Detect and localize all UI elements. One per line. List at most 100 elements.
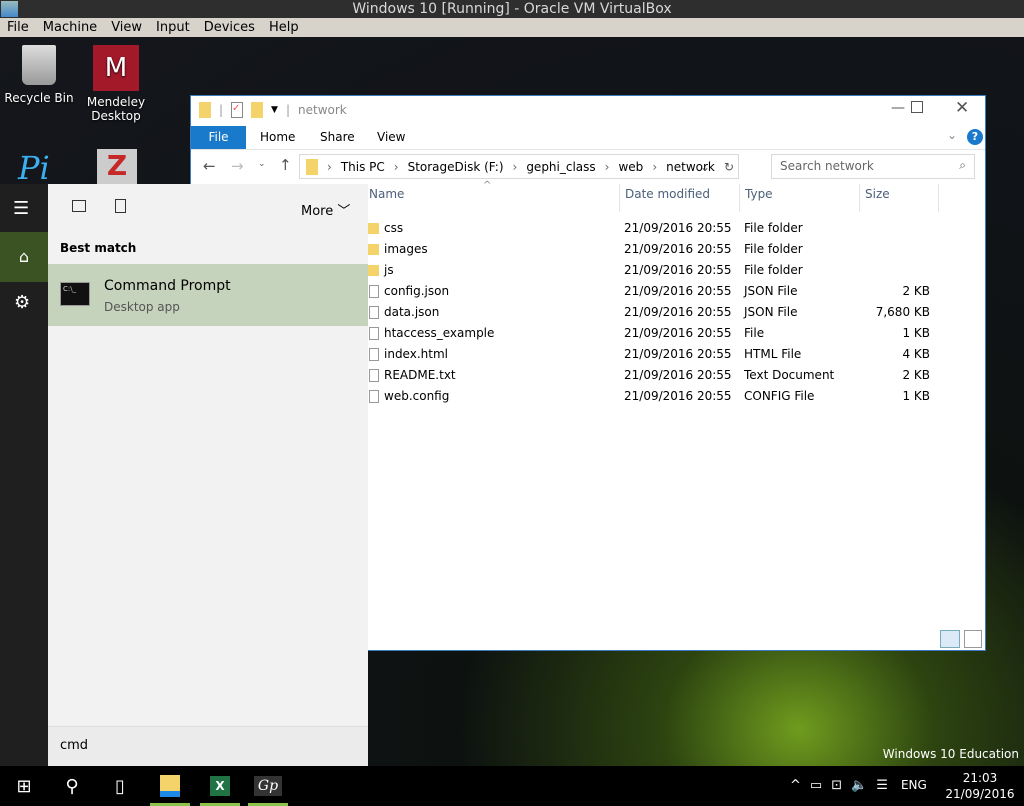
documents-filter-icon[interactable] xyxy=(115,199,126,213)
home-icon: ⌂ xyxy=(18,247,30,266)
details-view-button[interactable] xyxy=(940,630,960,648)
excel-icon: X xyxy=(210,776,230,796)
windows-logo-icon: ⊞ xyxy=(16,775,32,797)
recent-locations-icon[interactable]: ⌄ xyxy=(258,159,266,169)
file-name: css xyxy=(384,221,404,235)
menu-input[interactable]: Input xyxy=(149,18,197,37)
column-date-modified[interactable]: Date modified xyxy=(625,187,710,201)
folder-icon[interactable] xyxy=(199,102,211,118)
large-icons-view-button[interactable] xyxy=(964,630,982,648)
file-size: 4 KB xyxy=(902,347,930,361)
file-icon xyxy=(369,306,379,319)
search-input[interactable]: cmd xyxy=(60,738,88,753)
taskbar-file-explorer[interactable] xyxy=(146,766,194,806)
file-type: Text Document xyxy=(744,368,835,382)
forward-button[interactable]: → xyxy=(231,157,244,175)
breadcrumb-item[interactable]: StorageDisk (F:) xyxy=(408,160,504,174)
expand-ribbon-icon[interactable]: ⌄ xyxy=(947,128,957,142)
action-center-icon[interactable]: ☰ xyxy=(876,778,888,793)
desktop-icon-mendeley[interactable]: M Mendeley Desktop xyxy=(78,45,154,123)
file-name: images xyxy=(384,242,428,256)
breadcrumb-item[interactable]: web xyxy=(618,160,643,174)
volume-icon[interactable]: 🔈 xyxy=(851,778,867,793)
breadcrumb-item[interactable]: gephi_class xyxy=(526,160,595,174)
network-icon[interactable]: ⊡ xyxy=(831,778,842,793)
result-subtitle: Desktop app xyxy=(104,300,180,314)
file-size: 2 KB xyxy=(902,284,930,298)
start-button[interactable]: ⊞ xyxy=(0,766,48,806)
close-button[interactable]: ✕ xyxy=(955,98,969,118)
tab-file[interactable]: File xyxy=(191,126,246,149)
mendeley-icon: M xyxy=(93,45,139,91)
show-hidden-icons-icon[interactable]: ^ xyxy=(790,778,801,793)
file-size: 1 KB xyxy=(902,389,930,403)
file-type: File folder xyxy=(744,242,803,256)
menu-view[interactable]: View xyxy=(104,18,149,37)
file-type: File folder xyxy=(744,263,803,277)
home-button[interactable]: ⌂ xyxy=(0,232,48,282)
command-prompt-icon: C:\_ xyxy=(60,282,90,306)
file-icon xyxy=(369,390,379,403)
clock[interactable]: 21:03 21/09/2016 xyxy=(945,770,1015,802)
tab-share[interactable]: Share xyxy=(306,126,369,149)
search-button[interactable]: ⚲ xyxy=(48,766,96,806)
new-folder-icon[interactable] xyxy=(251,102,264,118)
power-icon[interactable]: ▭ xyxy=(810,778,822,793)
help-icon[interactable]: ? xyxy=(967,129,983,145)
windows-edition-watermark: Windows 10 Education xyxy=(882,747,1019,761)
file-name: index.html xyxy=(384,347,448,361)
hamburger-menu-icon[interactable]: ☰ xyxy=(13,198,29,219)
menu-help[interactable]: Help xyxy=(262,18,306,37)
file-date: 21/09/2016 20:55 xyxy=(624,242,732,256)
pixel-app-icon[interactable]: Pi xyxy=(18,149,50,187)
desktop-icon-recycle-bin[interactable]: Recycle Bin xyxy=(1,45,77,105)
folder-icon xyxy=(367,223,379,234)
file-type: JSON File xyxy=(744,305,798,319)
customize-toolbar-icon[interactable]: ▼ xyxy=(271,105,278,115)
command-prompt-result[interactable]: C:\_ Command Prompt Desktop app xyxy=(48,264,368,326)
column-size[interactable]: Size xyxy=(865,187,890,201)
address-dropdown-icon[interactable]: ⌄ xyxy=(700,160,710,174)
minimize-button[interactable]: — xyxy=(891,100,905,116)
taskbar: ⊞ ⚲ ▯ X Gp ^ ▭ ⊡ 🔈 ☰ ENG 21:03 21/09/201… xyxy=(0,766,1024,806)
language-indicator[interactable]: ENG xyxy=(901,778,927,793)
file-type: JSON File xyxy=(744,284,798,298)
file-date: 21/09/2016 20:55 xyxy=(624,305,732,319)
file-date: 21/09/2016 20:55 xyxy=(624,368,732,382)
html-file-icon xyxy=(369,348,379,361)
refresh-icon[interactable]: ↻ xyxy=(724,160,734,174)
tab-home[interactable]: Home xyxy=(246,126,309,149)
maximize-button[interactable] xyxy=(911,101,923,113)
apps-filter-icon[interactable] xyxy=(72,200,86,212)
start-rail: ☰ ⌂ ⚙ xyxy=(0,184,48,766)
file-explorer-icon xyxy=(160,775,180,797)
file-date: 21/09/2016 20:55 xyxy=(624,389,732,403)
settings-gear-icon[interactable]: ⚙ xyxy=(14,292,30,313)
file-date: 21/09/2016 20:55 xyxy=(624,326,732,340)
tab-view[interactable]: View xyxy=(363,126,419,149)
search-box[interactable]: Search network ⌕ xyxy=(771,154,975,179)
file-size: 7,680 KB xyxy=(875,305,930,319)
taskbar-gephi[interactable]: Gp xyxy=(244,766,292,806)
back-button[interactable]: ← xyxy=(203,157,216,175)
menu-devices[interactable]: Devices xyxy=(197,18,262,37)
address-bar[interactable]: › This PC › StorageDisk (F:) › gephi_class … xyxy=(299,154,739,179)
column-name[interactable]: Name xyxy=(369,187,404,201)
breadcrumb-item[interactable]: This PC xyxy=(341,160,385,174)
menu-file[interactable]: File xyxy=(0,18,36,37)
search-icon: ⚲ xyxy=(65,775,79,797)
column-type[interactable]: Type xyxy=(745,187,773,201)
vbox-title-bar: Windows 10 [Running] - Oracle VM Virtual… xyxy=(0,0,1024,18)
search-box[interactable]: cmd xyxy=(48,726,368,766)
menu-machine[interactable]: Machine xyxy=(36,18,104,37)
window-title: Windows 10 [Running] - Oracle VM Virtual… xyxy=(352,1,672,17)
best-match-heading: Best match xyxy=(60,241,137,255)
zotero-icon[interactable]: Z xyxy=(97,149,137,185)
task-view-button[interactable]: ▯ xyxy=(96,766,144,806)
more-button[interactable]: More ﹀ xyxy=(301,200,350,219)
taskbar-excel[interactable]: X xyxy=(196,766,244,806)
up-button[interactable]: ↑ xyxy=(279,156,292,174)
search-input[interactable]: Search network xyxy=(780,159,874,173)
folder-icon xyxy=(306,158,318,175)
properties-icon[interactable]: ✓ xyxy=(231,102,244,118)
